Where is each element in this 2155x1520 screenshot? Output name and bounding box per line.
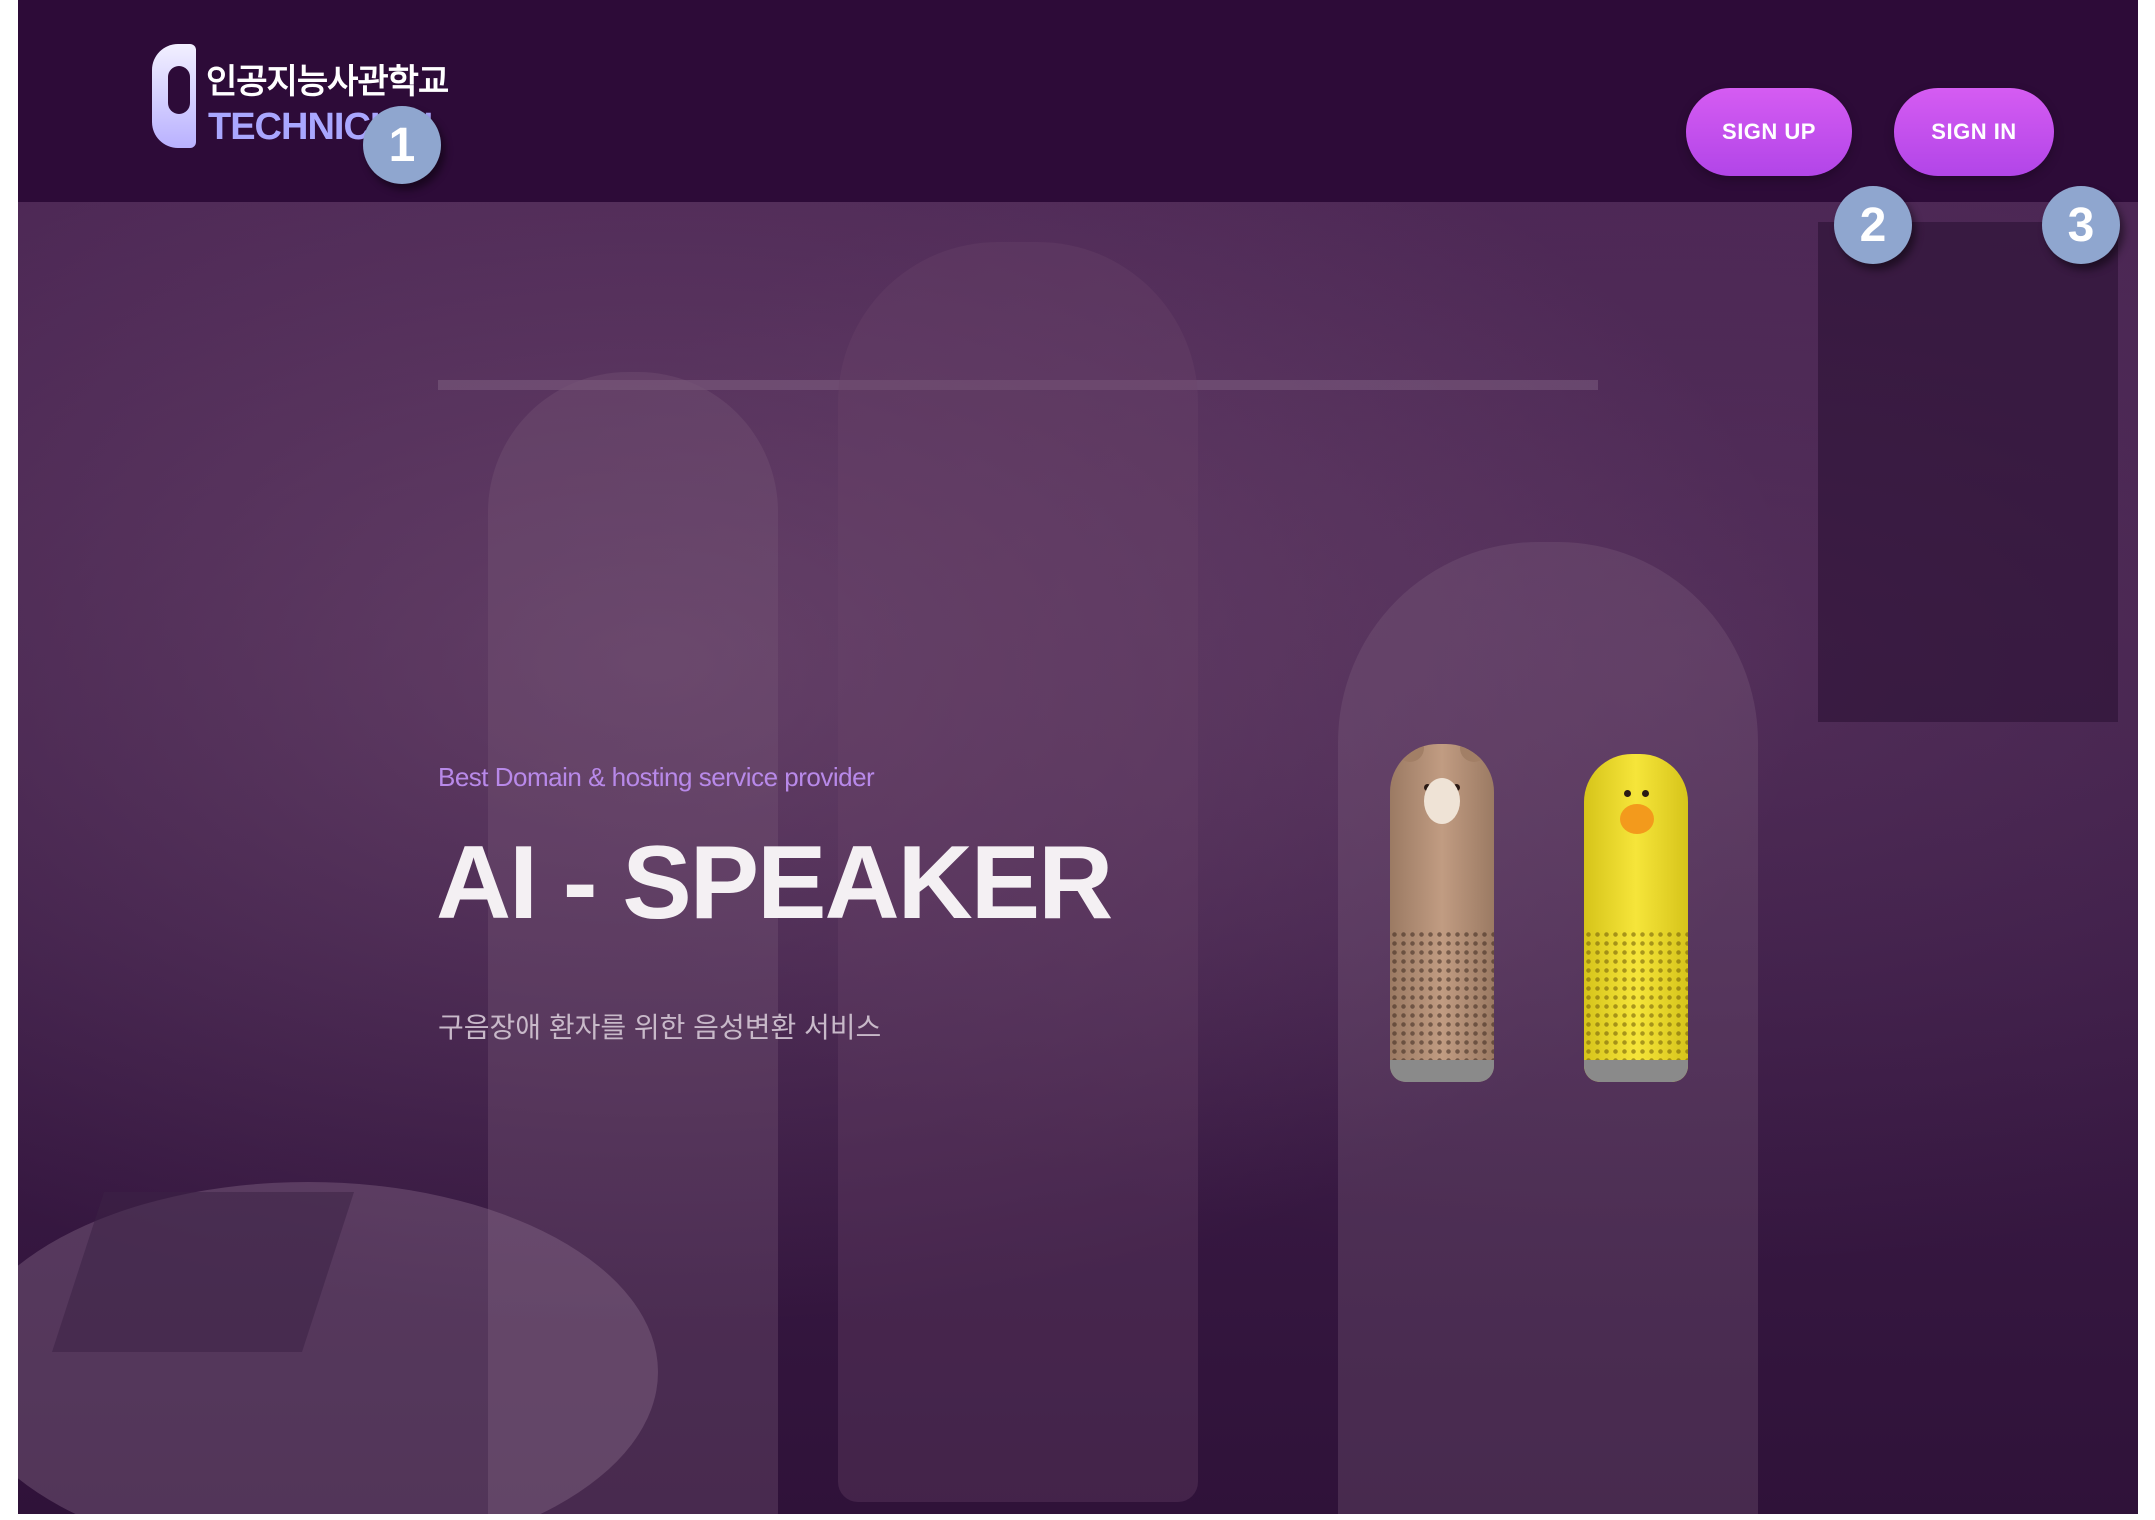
background-window — [1818, 222, 2118, 722]
page-frame: 인공지능사관학교 TECHNICIAN SIGN UP SIGN IN Best… — [18, 0, 2138, 1514]
speaker-base — [1390, 1060, 1494, 1082]
sign-in-button[interactable]: SIGN IN — [1894, 88, 2054, 176]
chick-speaker-image — [1584, 754, 1688, 1082]
hero-title: AI - SPEAKER — [436, 825, 1113, 941]
background-laptop — [52, 1192, 354, 1352]
chick-eye — [1642, 790, 1649, 797]
annotation-marker-3: 3 — [2042, 186, 2120, 264]
logo-korean-text: 인공지능사관학교 — [206, 63, 449, 101]
speaker-mesh — [1584, 930, 1688, 1060]
logo-mark-icon — [152, 44, 196, 148]
speaker-mesh — [1390, 930, 1494, 1060]
site-header: 인공지능사관학교 TECHNICIAN SIGN UP SIGN IN — [18, 0, 2138, 202]
bear-face — [1424, 778, 1460, 824]
sign-up-button[interactable]: SIGN UP — [1686, 88, 1852, 176]
hero-subtitle: 구음장애 환자를 위한 음성변환 서비스 — [438, 1012, 882, 1043]
annotation-marker-1: 1 — [363, 106, 441, 184]
site-logo[interactable]: 인공지능사관학교 TECHNICIAN — [152, 44, 449, 154]
hero-eyebrow: Best Domain & hosting service provider — [438, 762, 875, 792]
chick-eye — [1624, 790, 1631, 797]
speaker-base — [1584, 1060, 1688, 1082]
annotation-marker-2: 2 — [1834, 186, 1912, 264]
chick-beak — [1620, 804, 1654, 834]
hero-section: Best Domain & hosting service provider A… — [18, 202, 2138, 1514]
bear-speaker-image — [1390, 744, 1494, 1082]
